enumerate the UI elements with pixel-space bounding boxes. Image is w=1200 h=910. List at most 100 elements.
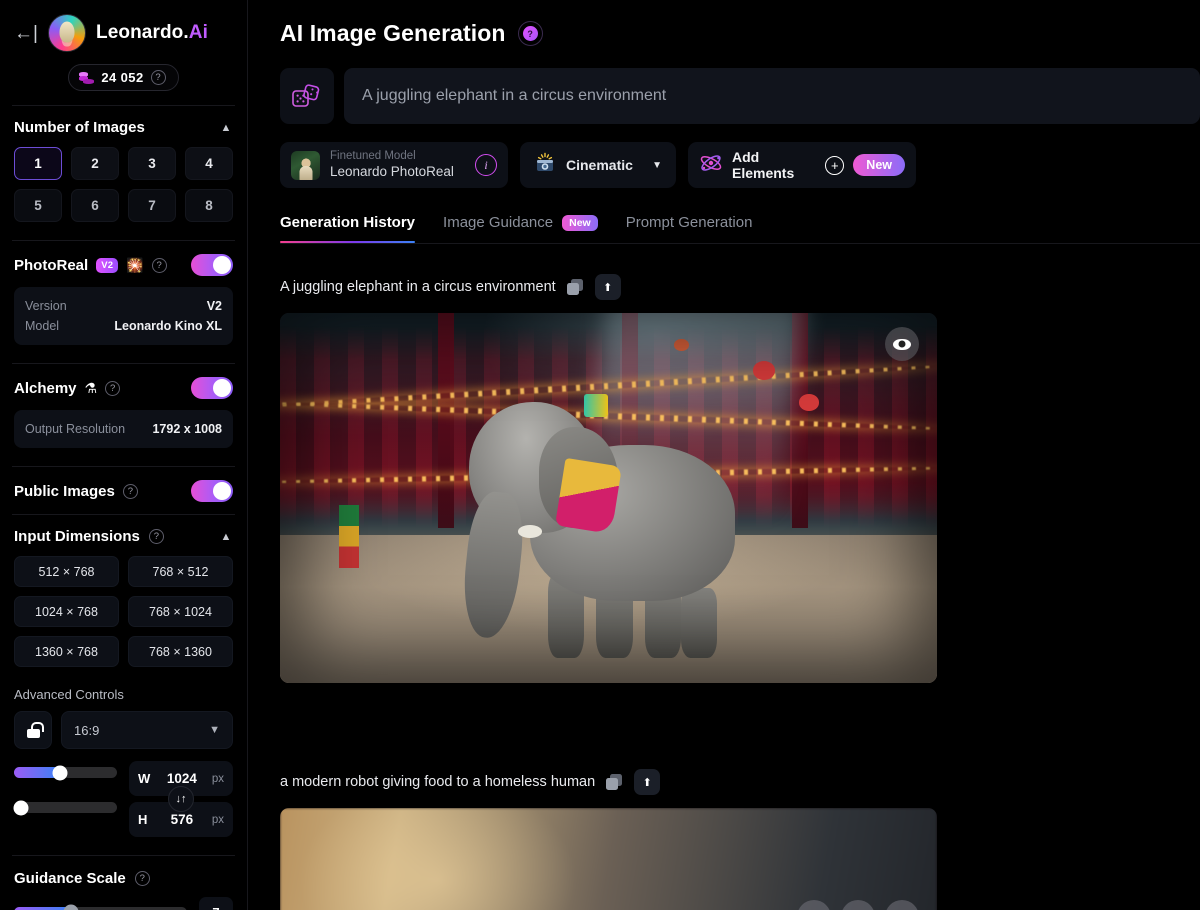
result-group-2: a modern robot giving food to a homeless… bbox=[280, 769, 1200, 910]
photoreal-model-key: Model bbox=[25, 319, 60, 333]
chevron-down-icon: ▼ bbox=[209, 724, 220, 736]
height-letter: H bbox=[138, 812, 148, 827]
photoreal-version-row: Version V2 bbox=[25, 296, 222, 316]
section-input-dimensions: Input Dimensions ? ▲ 512 × 768 768 × 512… bbox=[0, 515, 247, 671]
num-images-7[interactable]: 7 bbox=[128, 189, 176, 222]
credits-amount: 24 052 bbox=[101, 70, 144, 85]
result-header-2: a modern robot giving food to a homeless… bbox=[280, 769, 1200, 795]
public-images-header: Public Images ? bbox=[14, 480, 233, 502]
prompt-placeholder: A juggling elephant in a circus environm… bbox=[362, 87, 667, 104]
guidance-scale-title: Guidance Scale bbox=[14, 870, 126, 887]
width-unit: px bbox=[211, 772, 224, 785]
num-images-8[interactable]: 8 bbox=[185, 189, 233, 222]
width-slider[interactable] bbox=[14, 765, 117, 780]
section-number-of-images: Number of Images ▲ 1 2 3 4 5 6 7 8 bbox=[0, 106, 247, 226]
model-texts: Finetuned Model Leonardo PhotoReal bbox=[330, 150, 465, 179]
prompt-input[interactable]: A juggling elephant in a circus environm… bbox=[344, 68, 1200, 124]
plus-icon[interactable]: + bbox=[825, 155, 845, 175]
guidance-scale-value[interactable]: 7 bbox=[199, 897, 233, 910]
output-resolution-value: 1792 x 1008 bbox=[152, 422, 222, 436]
alchemy-header: Alchemy ⚗ ? bbox=[14, 377, 233, 399]
back-arrow-icon[interactable]: ←| bbox=[14, 21, 38, 45]
model-kicker: Finetuned Model bbox=[330, 150, 416, 163]
image-2-action-2[interactable] bbox=[841, 900, 875, 910]
num-images-1[interactable]: 1 bbox=[14, 147, 62, 180]
tab-prompt-generation-label: Prompt Generation bbox=[625, 214, 753, 231]
info-icon[interactable]: i bbox=[475, 154, 497, 176]
tab-image-guidance[interactable]: Image Guidance New bbox=[443, 214, 598, 243]
finetuned-model-card[interactable]: Finetuned Model Leonardo PhotoReal i bbox=[280, 142, 508, 188]
tab-prompt-generation[interactable]: Prompt Generation bbox=[626, 214, 753, 243]
image-2-action-3[interactable] bbox=[885, 900, 919, 910]
image-2-action-buttons bbox=[797, 900, 919, 910]
credits-badge[interactable]: 24 052 ? bbox=[68, 64, 179, 91]
result-header-1: A juggling elephant in a circus environm… bbox=[280, 274, 1200, 300]
credits-help-icon[interactable]: ? bbox=[150, 70, 166, 85]
alchemy-toggle[interactable] bbox=[191, 377, 233, 399]
input-dimensions-help-icon[interactable]: ? bbox=[148, 529, 164, 544]
photoreal-help-icon[interactable]: ? bbox=[151, 257, 167, 273]
coins-icon bbox=[79, 71, 95, 85]
avatar[interactable] bbox=[48, 14, 86, 52]
add-elements-label: Add Elements bbox=[732, 149, 795, 181]
public-images-toggle[interactable] bbox=[191, 480, 233, 502]
tab-generation-history[interactable]: Generation History bbox=[280, 214, 416, 243]
page-title: AI Image Generation bbox=[280, 20, 506, 46]
result-group-1: A juggling elephant in a circus environm… bbox=[280, 274, 1200, 683]
generated-image-2[interactable] bbox=[280, 808, 937, 910]
circus-elephant-scene bbox=[280, 313, 937, 683]
dimension-preset-1024x768[interactable]: 1024 × 768 bbox=[14, 596, 119, 627]
photoreal-version-badge: V2 bbox=[96, 257, 119, 273]
photoreal-toggle[interactable] bbox=[191, 254, 233, 276]
chevron-up-icon[interactable]: ▲ bbox=[219, 530, 233, 544]
style-preset-name: Cinematic bbox=[566, 157, 633, 173]
dimension-preset-768x512[interactable]: 768 × 512 bbox=[128, 556, 233, 587]
unlock-icon[interactable] bbox=[14, 711, 52, 749]
dimension-preset-1360x768[interactable]: 1360 × 768 bbox=[14, 636, 119, 667]
upload-icon[interactable]: ⬆ bbox=[594, 274, 621, 300]
dimension-sliders bbox=[13, 761, 117, 837]
num-images-5[interactable]: 5 bbox=[14, 189, 62, 222]
photoreal-title: PhotoReal bbox=[14, 256, 89, 274]
prompt-row: A juggling elephant in a circus environm… bbox=[248, 47, 1200, 124]
width-letter: W bbox=[138, 771, 151, 786]
swap-dimensions-icon[interactable]: ↓↑ bbox=[168, 786, 194, 812]
style-preset-card[interactable]: Cinematic ▼ bbox=[520, 142, 676, 188]
alchemy-details: Output Resolution 1792 x 1008 bbox=[14, 410, 233, 448]
chevron-down-icon: ▼ bbox=[652, 159, 662, 171]
dimension-preset-768x1360[interactable]: 768 × 1360 bbox=[128, 636, 233, 667]
alchemy-help-icon[interactable]: ? bbox=[105, 380, 121, 396]
photoreal-header: PhotoReal V2 🎇 ? bbox=[14, 254, 233, 276]
app-root: ←| Leonardo.Ai 24 052 ? Number of Images… bbox=[0, 0, 1200, 910]
guidance-scale-slider[interactable] bbox=[14, 904, 187, 910]
photoreal-version-value: V2 bbox=[206, 299, 222, 313]
aspect-ratio-select[interactable]: 16:9 ▼ bbox=[61, 711, 233, 749]
dimension-preset-512x768[interactable]: 512 × 768 bbox=[14, 556, 119, 587]
brand-name-text: Leonardo. bbox=[96, 22, 189, 43]
eye-icon[interactable] bbox=[885, 327, 919, 361]
guidance-scale-help-icon[interactable]: ? bbox=[134, 871, 150, 886]
dimension-preset-768x1024[interactable]: 768 × 1024 bbox=[128, 596, 233, 627]
public-images-help-icon[interactable]: ? bbox=[122, 483, 138, 499]
copy-icon[interactable] bbox=[606, 773, 623, 791]
output-resolution-row: Output Resolution 1792 x 1008 bbox=[25, 419, 222, 439]
page-help-icon[interactable]: ? bbox=[517, 21, 543, 46]
generated-image-1[interactable] bbox=[280, 313, 937, 683]
chevron-up-icon[interactable]: ▲ bbox=[219, 121, 233, 135]
fireworks-icon: 🎇 bbox=[126, 257, 144, 273]
output-resolution-key: Output Resolution bbox=[25, 422, 126, 436]
num-images-4[interactable]: 4 bbox=[185, 147, 233, 180]
num-images-2[interactable]: 2 bbox=[71, 147, 119, 180]
copy-icon[interactable] bbox=[566, 278, 584, 296]
image-2-action-1[interactable] bbox=[797, 900, 831, 910]
num-images-6[interactable]: 6 bbox=[71, 189, 119, 222]
tab-generation-history-label: Generation History bbox=[280, 214, 416, 231]
result-prompt-2: a modern robot giving food to a homeless… bbox=[280, 774, 596, 790]
generation-results: A juggling elephant in a circus environm… bbox=[248, 244, 1200, 910]
upload-icon[interactable]: ⬆ bbox=[634, 769, 661, 795]
dice-icon[interactable] bbox=[280, 68, 334, 124]
sidebar: ←| Leonardo.Ai 24 052 ? Number of Images… bbox=[0, 0, 248, 910]
num-images-3[interactable]: 3 bbox=[128, 147, 176, 180]
add-elements-card[interactable]: Add Elements + New bbox=[688, 142, 916, 188]
height-slider[interactable] bbox=[13, 800, 117, 815]
